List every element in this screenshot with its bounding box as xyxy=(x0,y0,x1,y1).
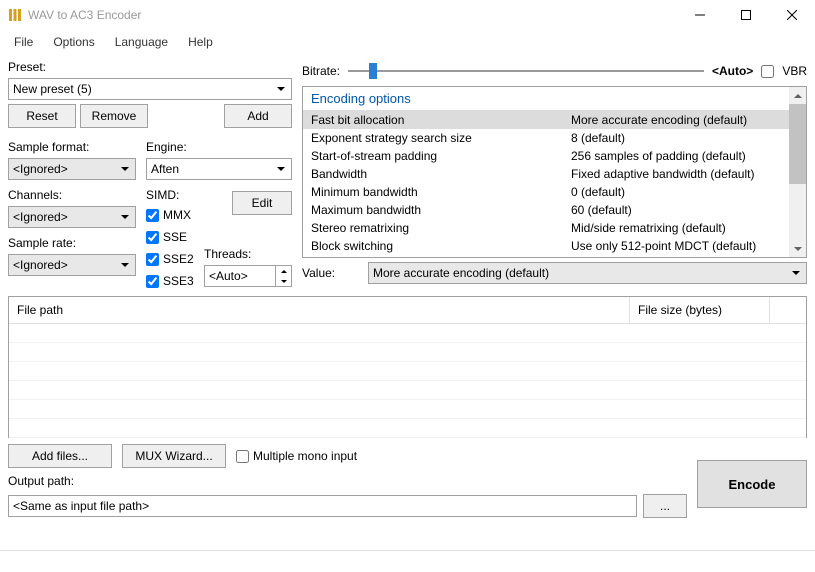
slider-thumb[interactable] xyxy=(369,63,377,79)
sse2-checkbox[interactable] xyxy=(146,253,159,266)
file-table: File path File size (bytes) xyxy=(8,296,807,438)
close-button[interactable] xyxy=(769,0,815,30)
multi-mono-checkbox[interactable] xyxy=(236,450,249,463)
sample-rate-combo[interactable]: <Ignored> xyxy=(8,254,136,276)
sample-rate-label: Sample rate: xyxy=(8,236,136,250)
mux-wizard-button[interactable]: MUX Wizard... xyxy=(122,444,226,468)
engine-label: Engine: xyxy=(146,140,292,154)
options-header: Encoding options xyxy=(303,87,806,111)
sse3-label: SSE3 xyxy=(163,274,194,288)
encode-button[interactable]: Encode xyxy=(697,460,807,508)
reset-button[interactable]: Reset xyxy=(8,104,76,128)
multi-mono-label: Multiple mono input xyxy=(253,449,357,463)
maximize-button[interactable] xyxy=(723,0,769,30)
output-label: Output path: xyxy=(8,474,687,488)
file-pad-header xyxy=(770,297,806,323)
option-row[interactable]: Maximum bandwidth60 (default) xyxy=(303,201,806,219)
threads-spinner[interactable]: <Auto> xyxy=(204,265,292,287)
sse3-checkbox[interactable] xyxy=(146,275,159,288)
threads-label: Threads: xyxy=(204,247,292,261)
spin-down-icon[interactable] xyxy=(276,276,291,286)
vbr-label: VBR xyxy=(782,64,807,78)
window-title: WAV to AC3 Encoder xyxy=(28,8,677,22)
minimize-button[interactable] xyxy=(677,0,723,30)
engine-edit-button[interactable]: Edit xyxy=(232,191,292,215)
option-value: More accurate encoding (default) xyxy=(571,113,798,127)
preset-label: Preset: xyxy=(8,60,292,74)
options-scrollbar[interactable] xyxy=(789,87,806,257)
option-row[interactable]: BandwidthFixed adaptive bandwidth (defau… xyxy=(303,165,806,183)
bitrate-slider[interactable] xyxy=(348,60,704,82)
browse-output-button[interactable]: ... xyxy=(643,494,687,518)
option-row[interactable]: Exponent strategy search size8 (default) xyxy=(303,129,806,147)
add-preset-button[interactable]: Add xyxy=(224,104,292,128)
file-size-header[interactable]: File size (bytes) xyxy=(630,297,770,323)
option-name: Minimum bandwidth xyxy=(311,185,571,199)
bitrate-label: Bitrate: xyxy=(302,64,340,78)
add-files-button[interactable]: Add files... xyxy=(8,444,112,468)
option-name: Exponent strategy search size xyxy=(311,131,571,145)
option-row[interactable]: Block switchingUse only 512-point MDCT (… xyxy=(303,237,806,255)
channels-label: Channels: xyxy=(8,188,136,202)
option-row[interactable]: Fast bit allocationMore accurate encodin… xyxy=(303,111,806,129)
sample-format-label: Sample format: xyxy=(8,140,136,154)
menu-file[interactable]: File xyxy=(4,31,43,53)
option-name: Maximum bandwidth xyxy=(311,203,571,217)
sample-format-combo[interactable]: <Ignored> xyxy=(8,158,136,180)
bitrate-value: <Auto> xyxy=(712,64,753,78)
option-row[interactable]: Stereo rematrixingMid/side rematrixing (… xyxy=(303,219,806,237)
scroll-up-icon[interactable] xyxy=(789,87,806,104)
sse2-label: SSE2 xyxy=(163,252,194,266)
option-name: Bandwidth xyxy=(311,167,571,181)
output-path-input[interactable]: <Same as input file path> xyxy=(8,495,637,517)
mmx-checkbox[interactable] xyxy=(146,209,159,222)
mmx-label: MMX xyxy=(163,208,191,222)
file-path-header[interactable]: File path xyxy=(9,297,630,323)
simd-label: SIMD: xyxy=(146,188,198,202)
menu-options[interactable]: Options xyxy=(43,31,104,53)
sse-label: SSE xyxy=(163,230,187,244)
statusbar xyxy=(0,550,815,572)
option-name: Block switching xyxy=(311,239,571,253)
option-value: 256 samples of padding (default) xyxy=(571,149,798,163)
option-name: Fast bit allocation xyxy=(311,113,571,127)
option-name: Start-of-stream padding xyxy=(311,149,571,163)
option-name: Stereo rematrixing xyxy=(311,221,571,235)
option-value: Fixed adaptive bandwidth (default) xyxy=(571,167,798,181)
menu-help[interactable]: Help xyxy=(178,31,223,53)
channels-combo[interactable]: <Ignored> xyxy=(8,206,136,228)
scroll-down-icon[interactable] xyxy=(789,240,806,257)
option-value: Mid/side rematrixing (default) xyxy=(571,221,798,235)
spin-up-icon[interactable] xyxy=(276,266,291,276)
scroll-thumb[interactable] xyxy=(789,104,806,184)
option-value: 60 (default) xyxy=(571,203,798,217)
option-value: Use only 512-point MDCT (default) xyxy=(571,239,798,253)
sse-checkbox[interactable] xyxy=(146,231,159,244)
menu-language[interactable]: Language xyxy=(105,31,178,53)
option-value: 0 (default) xyxy=(571,185,798,199)
file-body[interactable] xyxy=(9,324,806,438)
preset-combo[interactable]: New preset (5) xyxy=(8,78,292,100)
remove-button[interactable]: Remove xyxy=(80,104,148,128)
option-value: 8 (default) xyxy=(571,131,798,145)
engine-combo[interactable]: Aften xyxy=(146,158,292,180)
menubar: File Options Language Help xyxy=(0,30,815,54)
option-row[interactable]: Start-of-stream padding256 samples of pa… xyxy=(303,147,806,165)
value-combo[interactable]: More accurate encoding (default) xyxy=(368,262,807,284)
encoding-options-list: Encoding options Fast bit allocationMore… xyxy=(302,86,807,258)
vbr-checkbox[interactable] xyxy=(761,65,774,78)
app-logo-icon xyxy=(8,8,22,22)
value-label: Value: xyxy=(302,266,358,280)
option-row[interactable]: Minimum bandwidth0 (default) xyxy=(303,183,806,201)
